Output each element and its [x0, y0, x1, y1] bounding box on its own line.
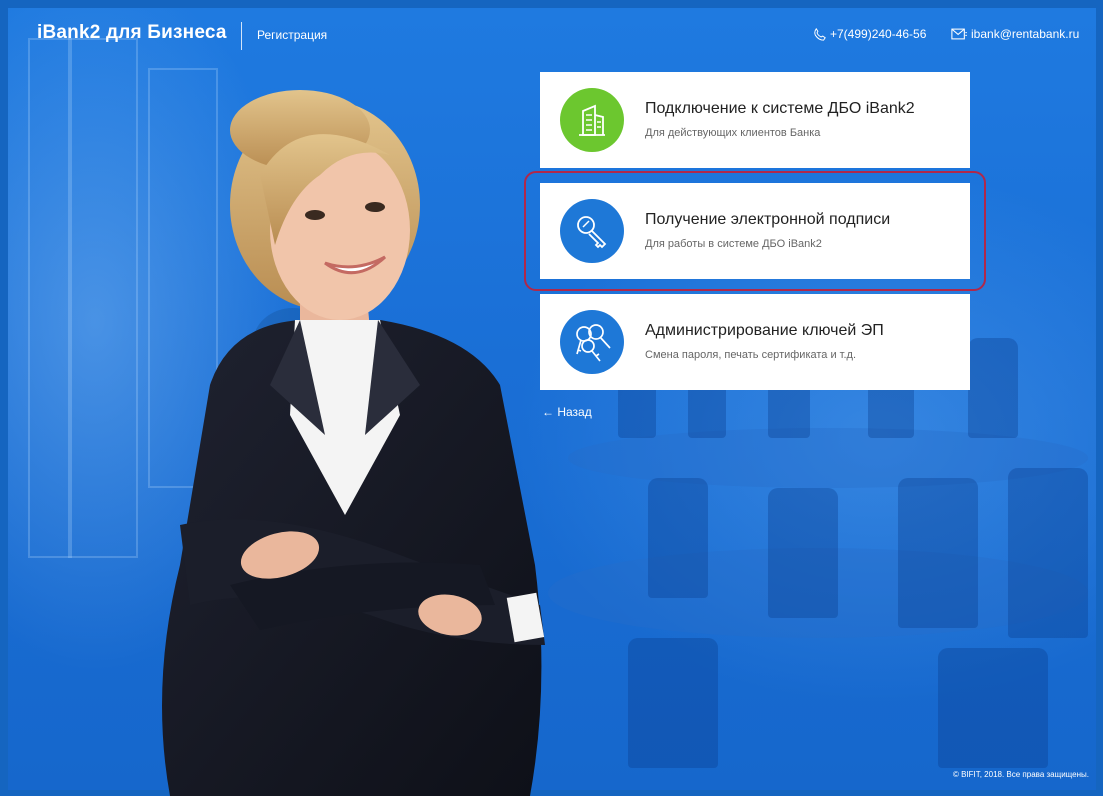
- card-subtitle: Смена пароля, печать сертификата и т.д.: [645, 349, 857, 361]
- chair-shape: [628, 638, 718, 768]
- email-contact[interactable]: ibank@rentabank.ru: [951, 27, 1079, 41]
- back-link[interactable]: ← Назад: [542, 405, 592, 419]
- chair-shape: [938, 648, 1048, 768]
- email-address: ibank@rentabank.ru: [971, 27, 1080, 41]
- page: iBank2 для Бизнеса Регистрация +7(499)24…: [0, 0, 1103, 796]
- card-icon-circle: [560, 199, 624, 263]
- window-frame: [28, 38, 138, 558]
- card-connect-system[interactable]: Подключение к системе ДБО iBank2 Для дей…: [540, 72, 970, 168]
- chair-shape: [768, 488, 838, 618]
- window-frame: [68, 38, 72, 558]
- phone-contact[interactable]: +7(499)240-46-56: [813, 27, 926, 41]
- card-electronic-signature[interactable]: Получение электронной подписи Для работы…: [540, 183, 970, 279]
- card-icon-circle: [560, 88, 624, 152]
- card-title: Получение электронной подписи: [645, 211, 891, 228]
- chair-shape: [898, 478, 978, 628]
- footer-copyright: © BIFIT, 2018. Все права защищены.: [952, 770, 1089, 779]
- phone-number: +7(499)240-46-56: [830, 27, 927, 41]
- page-section-label: Регистрация: [257, 28, 328, 42]
- brand-logo-text[interactable]: iBank2 для Бизнеса: [37, 22, 227, 44]
- card-title: Администрирование ключей ЭП: [645, 322, 884, 339]
- building-icon: [579, 104, 605, 136]
- card-icon-circle: [560, 310, 624, 374]
- card-key-administration[interactable]: Администрирование ключей ЭП Смена пароля…: [540, 294, 970, 390]
- chair-shape: [648, 478, 708, 598]
- mail-icon: [951, 28, 967, 40]
- card-subtitle: Для действующих клиентов Банка: [645, 127, 821, 139]
- keys-icon: [576, 324, 611, 362]
- chair-shape: [1008, 468, 1088, 638]
- phone-icon: [814, 27, 826, 41]
- card-subtitle: Для работы в системе ДБО iBank2: [645, 238, 822, 250]
- card-title: Подключение к системе ДБО iBank2: [645, 100, 915, 117]
- header-divider: [241, 22, 242, 50]
- chair-shape: [968, 338, 1018, 438]
- key-icon: [577, 216, 607, 249]
